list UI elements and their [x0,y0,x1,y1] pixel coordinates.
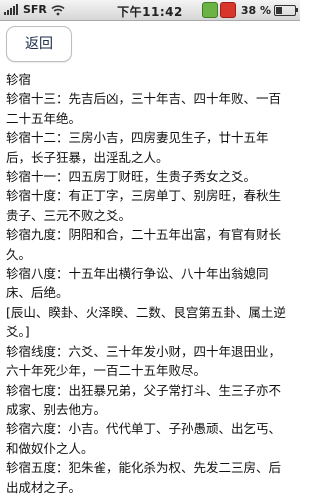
battery-percent: 38 % [240,3,271,17]
article-heading: 轸宿 [6,72,32,87]
article-entry: 轸宿八度：十五年出横行争讼、八十年出翁媳同床、后绝。 [6,266,269,301]
battery-icon [274,4,298,16]
article-entry: 轸宿九度：阴阳和合，二十五年出富，有官有财长久。 [6,227,282,262]
article-entry: 轸宿十度：有正丁字，三房单丁、别房旺，春秋生贵子、三元不败之爻。 [6,188,282,223]
article-entry: [辰山、睽卦、火泽睽、二数、艮宫第五卦、属土逆爻。] [6,304,286,340]
back-button[interactable]: 返回 [6,26,72,62]
article-entry: 轸宿七度：出狂暴兄弟，父子常打斗、生三子亦不成家、别去他方。 [6,382,282,417]
red-app-icon [219,2,236,18]
article-entry: 轸宿十一：四五房丁财旺，生贵子秀女之爻。 [6,169,257,185]
status-right: 38 % [200,2,298,18]
article-entry: 轸宿十二：三房小吉，四房妻见生子，廿十五年后，长子狂暴，出淫乱之人。 [6,130,269,165]
article-entry: 轸宿线度：六爻、三十年发小财，四十年退田业，六十年死少年，一百二十五年败尽。 [6,343,282,379]
article-entry: 轸宿六度：小吉。代代单丁、子孙愚顽、出乞丐、和做奴仆之人。 [6,421,282,456]
status-bar: SFR 下午11:42 38 % [0,0,300,21]
green-app-icon [201,2,218,18]
article-content: 轸宿 轸宿十三：先吉后凶，三十年吉、四十年败、一百二十五年绝。 轸宿十二：三房小吉… [6,70,292,497]
article-entry: 轸宿十三：先吉后凶，三十年吉、四十年败、一百二十五年绝。 [6,91,282,126]
article-entry: 轸宿五度：犯朱雀，能化杀为权、先发二三房、后出成材之子。 [6,460,282,495]
